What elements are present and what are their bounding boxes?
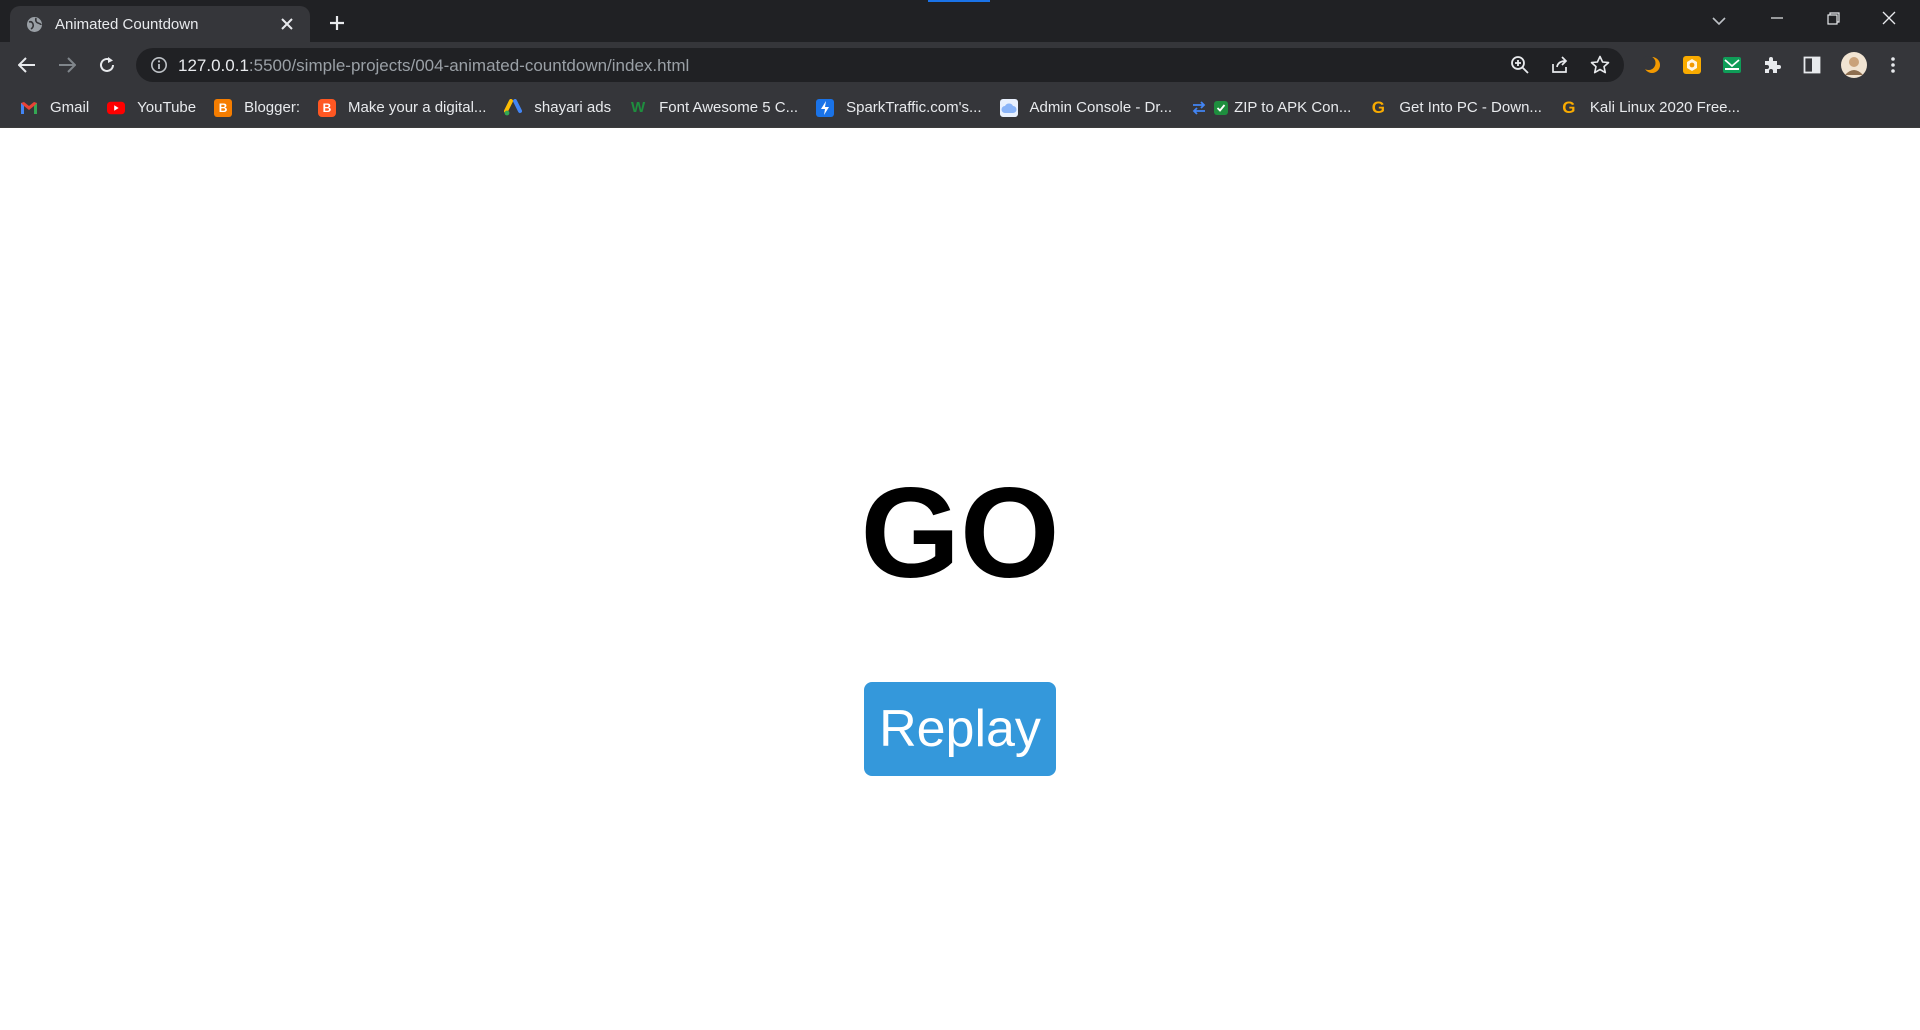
bookmark-gmail[interactable]: Gmail <box>16 94 99 122</box>
bookmark-label: ZIP to APK Con... <box>1234 99 1352 116</box>
new-tab-button[interactable] <box>323 9 351 37</box>
bookmark-label: Kali Linux 2020 Free... <box>1589 99 1741 116</box>
bookmarks-bar: Gmail YouTube B Blogger: B Make your a d… <box>0 88 1920 128</box>
bookmark-get-into-pc[interactable]: G Get Into PC - Down... <box>1365 94 1552 122</box>
url-text: 127.0.0.1:5500/simple-projects/004-anima… <box>178 56 689 76</box>
minimize-window-icon[interactable] <box>1749 0 1805 36</box>
bookmark-sparktraffic[interactable]: SparkTraffic.com's... <box>812 94 991 122</box>
wix-icon: W <box>631 99 646 116</box>
countdown-text: GO <box>860 462 1060 605</box>
bookmark-zip-to-apk[interactable]: ZIP to APK Con... <box>1186 94 1361 122</box>
puzzle-icon[interactable] <box>1760 53 1784 77</box>
window-drag-indicator <box>928 0 990 2</box>
browser-toolbar: 127.0.0.1:5500/simple-projects/004-anima… <box>0 42 1920 88</box>
bookmark-label: shayari ads <box>534 99 612 116</box>
address-bar[interactable]: 127.0.0.1:5500/simple-projects/004-anima… <box>136 48 1624 82</box>
mail-extension-icon[interactable] <box>1720 53 1744 77</box>
bookmark-star-icon[interactable] <box>1588 53 1612 77</box>
sparktraffic-icon <box>816 98 835 117</box>
url-path: :5500/simple-projects/004-animated-count… <box>248 56 690 75</box>
g-icon: G <box>1371 97 1385 117</box>
tab-search-chevron-icon[interactable] <box>1704 6 1734 36</box>
zoom-icon[interactable] <box>1508 53 1532 77</box>
bookmark-label: Font Awesome 5 C... <box>659 99 799 116</box>
blogger-icon: B <box>214 98 233 117</box>
forward-arrow-icon[interactable] <box>51 49 83 81</box>
bookmark-admin-console[interactable]: Admin Console - Dr... <box>996 94 1183 122</box>
url-host: 127.0.0.1 <box>178 56 249 75</box>
bookmark-label: Gmail <box>50 99 90 116</box>
bookmark-label: SparkTraffic.com's... <box>846 99 982 116</box>
orange-extension-icon[interactable] <box>1680 53 1704 77</box>
check-icon <box>1214 100 1229 115</box>
bookmark-label: Get Into PC - Down... <box>1399 99 1542 116</box>
google-ads-icon <box>504 98 523 117</box>
gmail-icon <box>20 99 38 117</box>
bookmark-label: YouTube <box>137 99 197 116</box>
site-info-icon[interactable] <box>150 56 168 74</box>
bookmark-make-your-digital[interactable]: B Make your a digital... <box>314 94 496 122</box>
share-icon[interactable] <box>1548 53 1572 77</box>
cloud-icon <box>999 98 1018 117</box>
back-arrow-icon[interactable] <box>11 49 43 81</box>
youtube-icon <box>107 99 126 117</box>
reload-icon[interactable] <box>91 49 123 81</box>
bookmark-label: Blogger: <box>244 99 300 116</box>
tab-animated-countdown[interactable]: Animated Countdown <box>10 6 310 42</box>
browser-menu-icon[interactable] <box>1881 53 1905 77</box>
blogger-icon: B <box>318 98 336 117</box>
globe-icon <box>26 16 43 33</box>
close-tab-icon[interactable] <box>276 13 298 35</box>
g-icon: G <box>1562 97 1576 117</box>
tab-strip: Animated Countdown <box>0 0 1920 42</box>
restore-window-icon[interactable] <box>1805 0 1861 36</box>
profile-avatar[interactable] <box>1840 51 1868 79</box>
close-window-icon[interactable] <box>1861 0 1917 36</box>
page-viewport: GO Replay <box>0 129 1920 1030</box>
crescent-extension-icon[interactable] <box>1640 53 1664 77</box>
tab-title: Animated Countdown <box>55 15 199 33</box>
convert-icon <box>1190 99 1208 117</box>
bookmark-blogger[interactable]: B Blogger: <box>210 94 310 122</box>
replay-button[interactable]: Replay <box>864 682 1056 776</box>
bookmark-label: Admin Console - Dr... <box>1029 99 1173 116</box>
bookmark-shayari-ads[interactable]: shayari ads <box>500 94 621 122</box>
bookmark-font-awesome[interactable]: W Font Awesome 5 C... <box>625 94 808 122</box>
bookmark-youtube[interactable]: YouTube <box>103 94 206 122</box>
bookmark-label: Make your a digital... <box>348 99 487 116</box>
side-panel-icon[interactable] <box>1800 53 1824 77</box>
bookmark-kali-linux[interactable]: G Kali Linux 2020 Free... <box>1556 94 1750 122</box>
